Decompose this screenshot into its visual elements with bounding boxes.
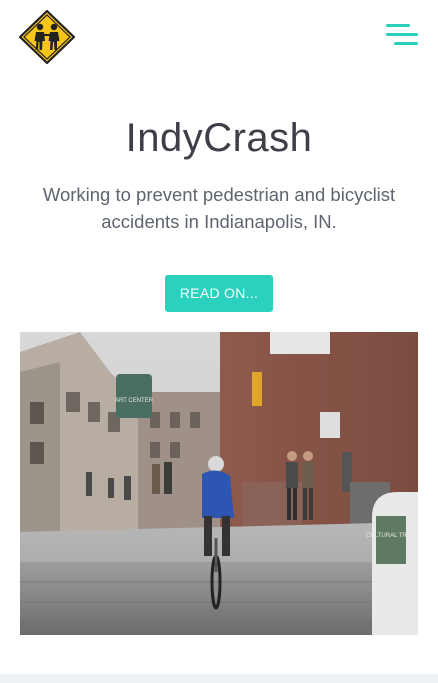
- hero-subtitle: Working to prevent pedestrian and bicycl…: [42, 184, 396, 232]
- footer-strip: [0, 674, 438, 683]
- read-on-button[interactable]: READ ON...: [165, 275, 273, 312]
- art-center-sign: ART CENTER: [115, 398, 154, 404]
- page: IndyCrash Working to prevent pedestrian …: [0, 0, 438, 683]
- pedestrian-crossing-sign-icon: [18, 9, 76, 65]
- hamburger-menu-icon: [386, 24, 418, 45]
- site-logo[interactable]: [18, 9, 76, 65]
- menu-button[interactable]: [384, 22, 420, 48]
- hero-photo: ART CENTER CULTURAL TRAIL: [20, 332, 418, 635]
- street-scene-image: ART CENTER CULTURAL TRAIL: [20, 332, 418, 635]
- cultural-trail-sign: CULTURAL TRAIL: [366, 533, 416, 539]
- page-title: IndyCrash: [125, 116, 313, 160]
